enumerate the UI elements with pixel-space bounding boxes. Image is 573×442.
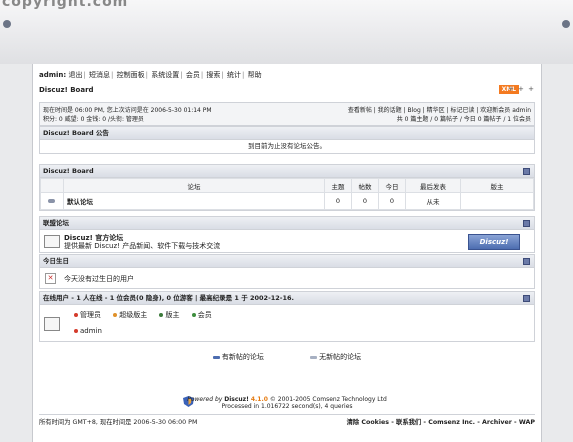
nav-item-search[interactable]: 搜索 bbox=[206, 71, 220, 79]
footer: Powered by Discuz! 4.1.0 © 2001-2005 Com… bbox=[33, 396, 541, 410]
nav-item-control-panel[interactable]: 控制面板 bbox=[117, 71, 145, 79]
nav-item-members[interactable]: 会员 bbox=[186, 71, 200, 79]
forum-link-icon bbox=[44, 235, 60, 248]
breadcrumb[interactable]: Discuz! Board bbox=[39, 86, 94, 94]
announcement-box: Discuz! Board 公告 到目前为止没有论坛公告。 bbox=[39, 126, 535, 154]
online-user-item[interactable]: admin bbox=[74, 327, 102, 335]
online-users-body: 管理员 超级版主 版主 会员 admin bbox=[40, 305, 534, 341]
forum-page: admin: 退出| 短消息| 控制面板| 系统设置| 会员| 搜索| 统计| … bbox=[32, 64, 542, 442]
legend-admin: 管理员 bbox=[74, 311, 101, 319]
birthday-row: ✕ 今天没有过生日的用户 bbox=[40, 268, 534, 288]
online-user-name[interactable]: admin bbox=[80, 327, 102, 335]
collapse-button[interactable] bbox=[523, 295, 530, 302]
forum-list-title: Discuz! Board bbox=[43, 167, 94, 175]
board-stats: 共 0 篇主题 / 0 篇帖子 / 今日 0 篇帖子 / 1 位会员 bbox=[396, 116, 531, 123]
online-users-header: 在线用户 - 1 人在线 - 1 位会员(0 隐身), 0 位游客 | 最高纪录… bbox=[40, 292, 534, 305]
copyright-text: © 2001-2005 Comsenz Technology Ltd bbox=[269, 396, 387, 403]
powered-by-text: Powered by bbox=[187, 396, 223, 403]
scroll-right-button[interactable] bbox=[562, 20, 570, 28]
top-nav: admin: 退出| 短消息| 控制面板| 系统设置| 会员| 搜索| 统计| … bbox=[39, 71, 262, 79]
forum-threads: 0 bbox=[324, 192, 352, 210]
bottom-bar: 所有时间为 GMT+8, 现在时间是 2006-5-30 06:00 PM 清除… bbox=[39, 414, 535, 426]
admin-user-icon bbox=[74, 329, 78, 333]
birthday-box: 今日生日 ✕ 今天没有过生日的用户 bbox=[39, 254, 535, 289]
legend-no-new-posts: 无新帖的论坛 bbox=[310, 353, 361, 361]
friend-links-header: 联盟论坛 bbox=[40, 217, 534, 230]
table-row[interactable]: 默认论坛 0 0 0 从未 bbox=[40, 192, 534, 210]
legend-super-mod: 超级版主 bbox=[113, 311, 147, 319]
forum-status-legend: 有新帖的论坛 无新帖的论坛 bbox=[33, 352, 541, 362]
col-today: 今日 bbox=[378, 178, 406, 193]
online-users-icon bbox=[44, 317, 60, 331]
nav-user[interactable]: admin: bbox=[39, 71, 66, 79]
forum-name[interactable]: 默认论坛 bbox=[63, 192, 325, 210]
friend-link-desc: 提供最新 Discuz! 产品新闻、软件下载与技术交流 bbox=[64, 242, 221, 250]
credits-info: 积分: 0 威望: 0 金钱: 0 /头衔: 管理员 bbox=[43, 116, 144, 123]
cake-icon: ✕ bbox=[45, 273, 56, 284]
forum-today: 0 bbox=[378, 192, 406, 210]
friend-links-box: 联盟论坛 Discuz! 官方论坛 提供最新 Discuz! 产品新闻、软件下载… bbox=[39, 216, 535, 253]
footer-links[interactable]: 清除 Cookies - 联系我们 - Comsenz Inc. - Archi… bbox=[347, 417, 535, 426]
group-legend: 管理员 超级版主 版主 会员 bbox=[74, 310, 212, 320]
forum-status-icon bbox=[40, 192, 64, 210]
announcement-title: Discuz! Board 公告 bbox=[40, 127, 534, 140]
legend-mod: 版主 bbox=[159, 311, 179, 319]
online-users-title: 在线用户 - 1 人在线 - 1 位会员(0 隐身), 0 位游客 | 最高纪录… bbox=[43, 294, 295, 302]
powered-line: Powered by Discuz! 4.1.0 © 2001-2005 Com… bbox=[33, 396, 541, 403]
forum-posts: 0 bbox=[351, 192, 379, 210]
forum-list-header: Discuz! Board bbox=[40, 165, 534, 178]
col-threads: 主题 bbox=[324, 178, 352, 193]
user-info-bar: 现在时间是 06:00 PM, 您上次访问是在 2006-5-30 01:14 … bbox=[39, 102, 535, 126]
collapse-button[interactable] bbox=[523, 258, 530, 265]
forum-list-box: Discuz! Board 论坛 主题 帖数 今日 最后发表 版主 默认论坛 0… bbox=[39, 164, 535, 211]
discuz-logo[interactable]: Discuz! bbox=[468, 234, 520, 250]
col-icon bbox=[40, 178, 64, 193]
nav-item-help[interactable]: 帮助 bbox=[248, 71, 262, 79]
nav-item-logout[interactable]: 退出 bbox=[68, 71, 82, 79]
collapse-button[interactable] bbox=[523, 168, 530, 175]
birthday-title: 今日生日 bbox=[43, 257, 69, 265]
friend-link-row[interactable]: Discuz! 官方论坛 提供最新 Discuz! 产品新闻、软件下载与技术交流… bbox=[40, 230, 534, 252]
window-header: copyright.com bbox=[0, 0, 573, 64]
col-last-post: 最后发表 bbox=[405, 178, 461, 193]
legend-new-posts: 有新帖的论坛 bbox=[212, 353, 264, 361]
col-forum: 论坛 bbox=[63, 178, 325, 193]
online-users-box: 在线用户 - 1 人在线 - 1 位会员(0 隐身), 0 位游客 | 最高纪录… bbox=[39, 291, 535, 342]
forum-last-post: 从未 bbox=[405, 192, 461, 210]
timezone-text: 所有时间为 GMT+8, 现在时间是 2006-5-30 06:00 PM bbox=[39, 419, 198, 426]
site-watermark: copyright.com bbox=[2, 0, 129, 10]
nav-item-stats[interactable]: 统计 bbox=[227, 71, 241, 79]
brand-link[interactable]: Discuz! bbox=[224, 396, 249, 403]
more-icon[interactable]: + + + bbox=[508, 85, 535, 93]
time-info: 现在时间是 06:00 PM, 您上次访问是在 2006-5-30 01:14 … bbox=[43, 107, 212, 114]
forum-table: 论坛 主题 帖数 今日 最后发表 版主 默认论坛 0 0 0 从未 bbox=[40, 178, 534, 210]
version-number: 4.1.0 bbox=[250, 396, 268, 403]
legend-member: 会员 bbox=[191, 311, 212, 319]
col-moderators: 版主 bbox=[460, 178, 534, 193]
friend-links-title: 联盟论坛 bbox=[43, 219, 69, 227]
nav-item-system-settings[interactable]: 系统设置 bbox=[151, 71, 179, 79]
col-posts: 帖数 bbox=[351, 178, 379, 193]
birthday-header: 今日生日 bbox=[40, 255, 534, 268]
collapse-button[interactable] bbox=[523, 220, 530, 227]
birthday-text: 今天没有过生日的用户 bbox=[64, 275, 134, 283]
quick-links[interactable]: 查看新帖 | 我的话题 | Blog | 精华区 | 标记已读 | 欢迎新会员 … bbox=[348, 105, 531, 114]
forum-mods bbox=[460, 192, 534, 210]
nav-item-messages[interactable]: 短消息 bbox=[89, 71, 110, 79]
processed-text: Processed in 1.016722 second(s), 4 queri… bbox=[221, 403, 353, 410]
announcement-text: 到目前为止没有论坛公告。 bbox=[248, 142, 326, 150]
scroll-left-button[interactable] bbox=[3, 20, 11, 28]
